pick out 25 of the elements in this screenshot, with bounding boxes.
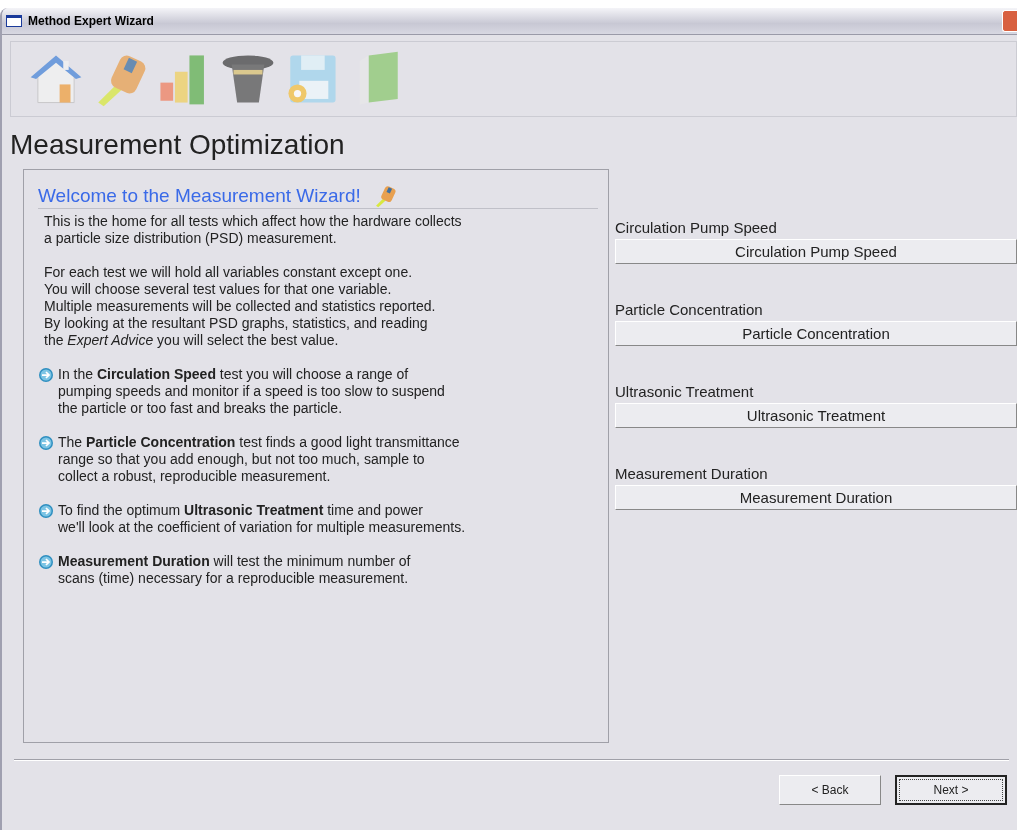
bullet-text: The Particle Concentration test finds a good light transmittance range so that you add enough, but not too much, sample to collect a robust, reproducible measurement. [58,434,460,485]
window-icon [6,15,22,27]
paragraph: For each test we will hold all variables constant except one. You will choose several test values for that one variable. Multiple measurements will be collected and statistics reported. By looking at the resultant PSD graphs, statistics, and reading the Expert Advice you will select the best value. [43,264,437,349]
window-title: Method Expert Wizard [28,14,155,28]
test-label: Particle Concentration [615,301,764,318]
test-button[interactable]: Particle Concentration [615,321,1017,346]
test-label: Ultrasonic Treatment [615,383,755,400]
bullet-text: To find the optimum Ultrasonic Treatment time and power we'll look at the coefficient of variation for multiple measurements. [58,502,466,536]
next-button[interactable]: Next > [895,775,1007,805]
back-button[interactable]: < Back [779,775,881,805]
paragraph: This is the home for all tests which affect how the hardware collects a particle size distribution (PSD) measurement. [43,213,463,247]
bullet-text: Measurement Duration will test the minimum number of scans (time) necessary for a reproducible measurement. [58,553,411,587]
close-button[interactable] [1002,10,1017,32]
test-label: Circulation Pump Speed [615,219,778,236]
arrow-bullet-icon [38,554,54,570]
welcome-heading: Welcome to the Measurement Wizard! [38,185,361,207]
arrow-bullet-icon [38,435,54,451]
arrow-bullet-icon [38,503,54,519]
test-button[interactable]: Measurement Duration [615,485,1017,510]
arrow-bullet-icon [38,367,54,383]
bullet-text: In the Circulation Speed test you will choose a range of pumping speeds and monitor if a speed is too slow to suspend the particle or too fast and breaks the particle. [58,366,445,417]
test-button[interactable]: Circulation Pump Speed [615,239,1017,264]
test-label: Measurement Duration [615,465,769,482]
page-title: Measurement Optimization [10,128,346,162]
test-button[interactable]: Ultrasonic Treatment [615,403,1017,428]
